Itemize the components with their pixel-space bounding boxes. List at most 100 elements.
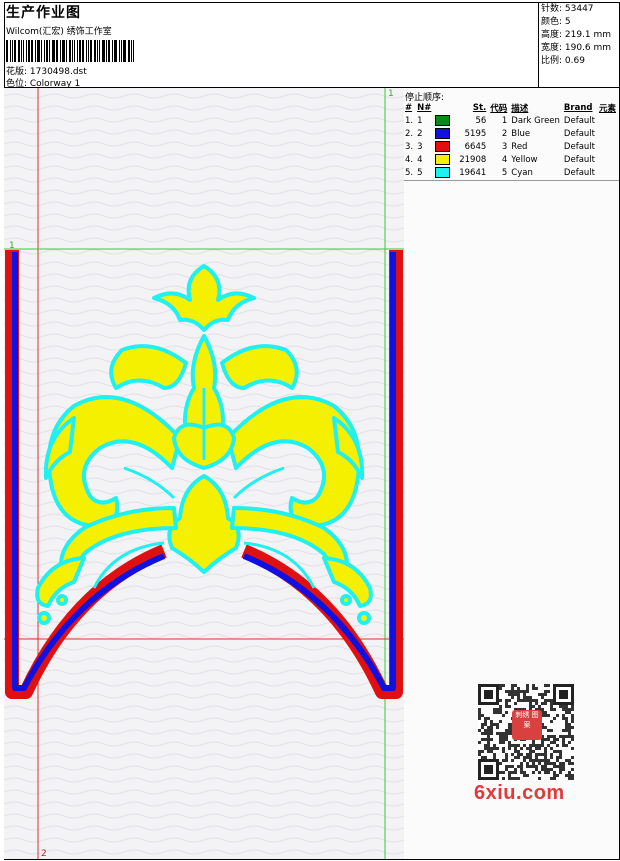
qr-module [553,765,556,768]
qr-module [523,699,526,702]
qr-module [544,750,547,753]
qr-module [565,726,568,729]
row-stitches: 19641 [459,167,487,178]
row-description: Red [511,141,528,152]
qr-module [541,759,544,762]
qr-module [487,750,490,753]
qr-module [559,771,562,774]
stop-sequence-panel: 停止顺序: # N# St. 代码 描述 Brand 元素 1. 1 56 1 Dark… [404,88,619,859]
col-index: # [405,102,413,113]
barcode-bar [17,40,21,62]
qr-module [511,753,514,756]
row-code: 1 [501,115,508,126]
qr-module [508,699,511,702]
qr-module [571,705,574,708]
qr-module [487,735,490,738]
qr-module [520,699,523,702]
qr-module [502,759,505,762]
qr-module [565,708,568,711]
qr-module [514,750,517,753]
qr-module [538,705,541,708]
qr-module [484,723,487,726]
qr-module [571,717,574,720]
row-number: 2 [417,128,423,139]
row-element [598,114,619,127]
qr-module [517,687,520,690]
qr-module [532,741,535,744]
table-row: 4. 4 21908 4 Yellow Default [404,153,619,166]
qr-module [514,747,517,750]
row-number: 5 [417,167,423,178]
qr-module [529,699,532,702]
qr-module [511,759,514,762]
qr-module [541,765,544,768]
row-color-swatch [434,153,458,166]
qr-module [559,765,562,768]
qr-module [481,750,484,753]
qr-module [562,738,565,741]
qr-module [484,756,487,759]
qr-module [505,768,508,771]
qr-module [565,729,568,732]
qr-module [550,720,553,723]
qr-module [571,756,574,759]
row-brand: Default [563,141,595,152]
qr-module [556,750,559,753]
qr-module [493,753,496,756]
qr-module [508,690,511,693]
barcode-bar [31,40,34,62]
barcode-bar [78,40,81,62]
qr-module [532,684,535,687]
qr-module [553,717,556,720]
qr-module [502,741,505,744]
row-element [598,153,619,166]
qr-module [571,714,574,717]
design-canvas[interactable]: 1 1 2 [4,88,404,859]
row-description: Cyan [511,167,533,178]
barcode-bar [111,40,113,62]
barcode-bar [86,40,88,62]
qr-module [505,765,508,768]
qr-module [559,750,562,753]
qr-module [544,726,547,729]
barcode-bar [56,40,59,62]
qr-module [481,732,484,735]
color-swatch [435,128,451,139]
table-row: 2. 2 5195 2 Blue Default [404,127,619,140]
qr-module [508,747,511,750]
qr-module [517,690,520,693]
color-count: 颜色: 5 [541,17,571,27]
qr-module [550,729,553,732]
qr-module [547,768,550,771]
qr-module [565,720,568,723]
qr-module [499,708,502,711]
qr-module [568,735,571,738]
qr-module [514,744,517,747]
row-index: 3. [405,141,414,152]
qr-module [571,774,574,777]
qr-module [544,762,547,765]
qr-module [508,693,511,696]
watermark-stamp: 刺绣 图案 [512,710,542,740]
qr-module [562,768,565,771]
col-brand: Brand [563,102,593,113]
qr-module [514,684,517,687]
qr-module [544,702,547,705]
col-stitches: St. [472,102,487,113]
qr-module [544,768,547,771]
qr-module [523,693,526,696]
qr-module [496,723,499,726]
qr-module [496,726,499,729]
barcode-bar [68,40,71,62]
qr-module [529,747,532,750]
qr-module [517,777,520,780]
qr-module [565,759,568,762]
qr-module [505,711,508,714]
qr-module [556,759,559,762]
qr-module [553,708,556,711]
table-row: 5. 5 19641 5 Cyan Default [404,166,619,179]
embroidery-preview: 1 1 2 [4,88,404,859]
qr-module [517,744,520,747]
qr-module [556,744,559,747]
qr-module [493,744,496,747]
